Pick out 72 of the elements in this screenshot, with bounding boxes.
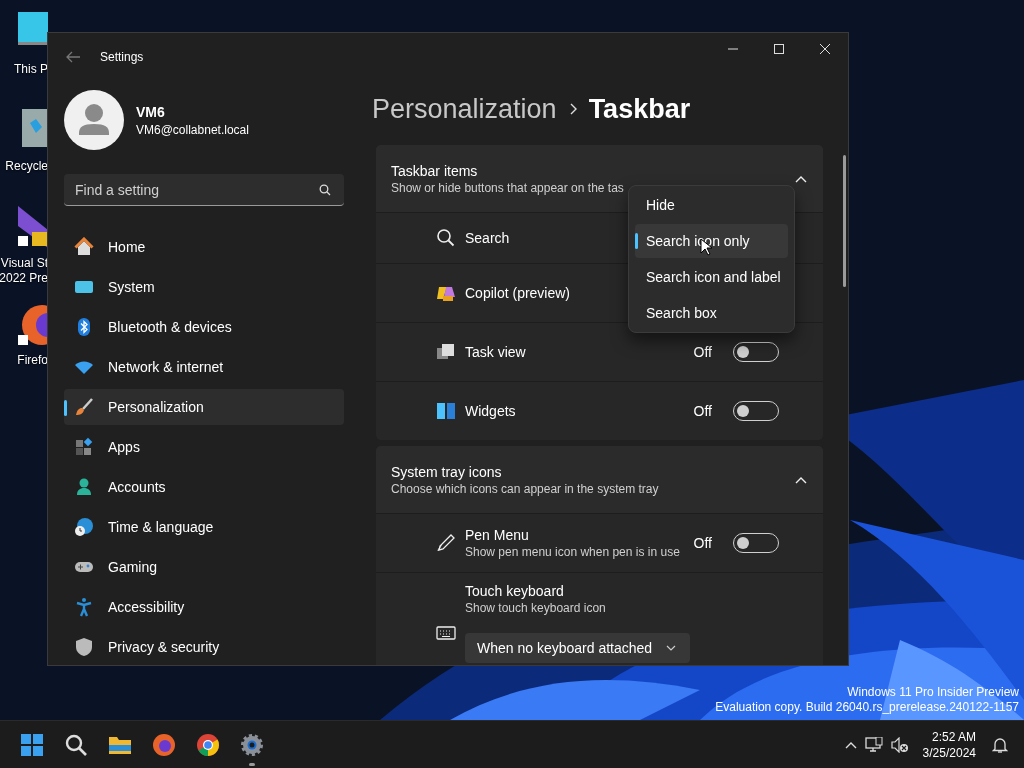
nav-item[interactable]: Network & internet [64,349,344,385]
page-title: Taskbar [588,93,691,125]
account-email: VM6@collabnet.local [136,122,249,137]
nav-item[interactable]: Apps [64,429,344,465]
bell-icon[interactable] [992,736,1008,753]
setting-description: Show pen menu icon when pen is in use [465,545,681,559]
desktop-icon-label[interactable]: Recycle [5,159,48,174]
setting-description: Show touch keyboard icon [465,601,607,615]
shield-icon [74,637,94,657]
clock[interactable]: 2:52 AM 3/25/2024 [922,728,976,761]
avatar-icon[interactable] [64,90,124,150]
nav-item[interactable]: Privacy & security [64,629,344,665]
start-icon[interactable] [20,732,44,757]
search-icon [436,228,456,248]
task-view-icon [436,342,456,362]
section-title: System tray icons [391,463,503,480]
setting-label: Copilot (preview) [465,285,571,301]
setting-label: Widgets [465,403,516,419]
close-button[interactable] [819,43,831,55]
house-icon [74,237,94,257]
apps-icon [74,437,94,457]
globe-clock-icon [74,517,94,537]
accessibility-icon [74,597,94,617]
nav-item[interactable]: Accessibility [64,589,344,625]
desktop-icon-label[interactable]: Firefo [17,353,48,368]
gear-icon[interactable] [240,732,264,757]
nav-item[interactable]: System [64,269,344,305]
menu-item[interactable]: Search box [635,296,788,330]
nav-item[interactable]: Gaming [64,549,344,585]
speaker-muted-icon[interactable] [890,736,909,753]
setting-label: Search [465,230,510,246]
keyboard-icon [436,623,456,643]
setting-label: Task view [465,344,526,360]
back-arrow-icon[interactable] [65,51,81,63]
toggle-state-text: Off [693,403,712,419]
chevron-up-icon[interactable] [795,475,807,484]
section-subtitle: Choose which icons can appear in the system tray [391,481,660,496]
nav-item[interactable]: Time & language [64,509,344,545]
nav-item[interactable]: Home [64,229,344,265]
toggle-state-text: Off [693,535,712,551]
brush-icon [74,397,94,417]
firefox-icon[interactable] [152,732,176,757]
scrollbar[interactable] [843,155,846,287]
toggle-state-text: Off [693,344,712,360]
person-icon [74,477,94,497]
nav-item[interactable]: Accounts [64,469,344,505]
desktop-icon-label[interactable]: This P [14,62,48,77]
window-title: Settings [100,50,145,64]
section-title: Taskbar items [391,162,479,179]
account-name: VM6 [136,103,166,120]
breadcrumb-link[interactable]: Personalization [372,93,557,125]
chevron-right-icon [568,103,577,115]
chevron-down-icon [666,645,677,651]
setting-label: Touch keyboard [465,583,564,599]
setting-label: Pen Menu [465,527,529,543]
network-icon[interactable] [864,736,883,753]
search-icon[interactable] [64,732,88,757]
pen-icon [436,533,456,553]
dropdown[interactable]: When no keyboard attached [465,633,691,663]
menu-item[interactable]: Search icon and label [635,260,788,294]
build-info-text: Windows 11 Pro Insider Preview Evaluation copy. Build 26040.rs_prerelease.240122-1157 [715,685,1019,715]
chevron-up-icon[interactable] [844,740,857,749]
app-shortcut-icon[interactable] [18,206,48,250]
maximize-button[interactable] [773,43,785,55]
widgets-icon [436,401,456,421]
section-subtitle: Show or hide buttons that appear on the tas [391,180,625,195]
search-field[interactable]: Find a setting [64,174,344,206]
chrome-icon[interactable] [196,732,220,757]
search-icon[interactable] [319,184,331,196]
nav-item[interactable]: Personalization [64,389,344,425]
nav-item[interactable]: Bluetooth & devices [64,309,344,345]
chevron-up-icon[interactable] [795,174,807,183]
